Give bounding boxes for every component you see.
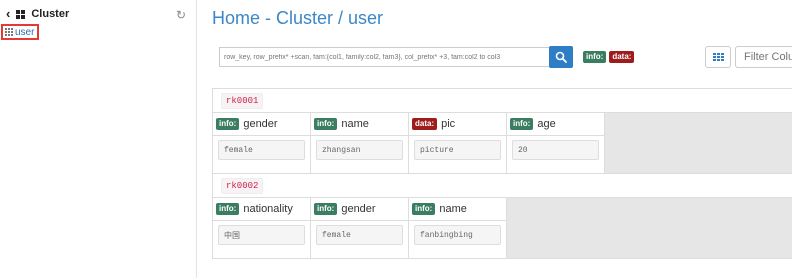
sidebar: ‹ Cluster ↻ user — [0, 0, 197, 278]
main-content: Home - Cluster / user info: data: rk0001… — [197, 0, 792, 278]
cell: info: nationality 中国 — [212, 198, 310, 258]
qualifier-label: gender — [341, 203, 376, 215]
qualifier-label: name — [341, 118, 369, 130]
cell-value[interactable]: female — [316, 225, 403, 245]
row-block: rk0002 info: nationality 中国 info: gender… — [212, 173, 792, 259]
row-cells: info: gender female info: name zhangsan … — [212, 113, 792, 174]
row-key[interactable]: rk0002 — [221, 177, 264, 194]
cell-value[interactable]: picture — [414, 140, 501, 160]
cell-header: info: age — [507, 113, 604, 136]
cell: info: name fanbingbing — [408, 198, 506, 258]
search-input[interactable] — [220, 48, 549, 66]
row-block: rk0001 info: gender female info: name zh… — [212, 88, 792, 174]
cell: info: gender female — [310, 198, 408, 258]
family-badge: info: — [216, 118, 240, 130]
cell-value[interactable]: 中国 — [218, 225, 305, 245]
cell-value[interactable]: 20 — [512, 140, 599, 160]
cell-header: info: nationality — [213, 198, 310, 221]
family-badge: info: — [412, 203, 436, 215]
empty-area — [604, 113, 792, 173]
search-box — [219, 47, 549, 67]
row-key-bar: rk0002 — [212, 173, 792, 198]
row-key-bar: rk0001 — [212, 88, 792, 113]
cell-value[interactable]: female — [218, 140, 305, 160]
table-icon — [5, 28, 13, 36]
family-badge: info: — [314, 203, 338, 215]
family-badge-data[interactable]: data: — [609, 51, 635, 63]
family-badge: data: — [412, 118, 438, 130]
empty-area — [506, 198, 792, 258]
cell-header: info: gender — [311, 198, 408, 221]
family-badge-info[interactable]: info: — [583, 51, 607, 63]
cell-header: info: name — [409, 198, 506, 221]
page-title: Home - Cluster / user — [212, 8, 384, 28]
sidebar-item-label: user — [15, 26, 35, 38]
family-badge: info: — [510, 118, 534, 130]
sidebar-header[interactable]: ‹ Cluster — [6, 7, 70, 20]
cell-value[interactable]: fanbingbing — [414, 225, 501, 245]
cell-header: data: pic — [409, 113, 506, 136]
table-icon — [712, 53, 724, 61]
qualifier-label: nationality — [243, 203, 293, 215]
cell: info: gender female — [212, 113, 310, 173]
search-icon — [555, 51, 567, 63]
sidebar-title: Cluster — [31, 8, 70, 20]
qualifier-label: age — [537, 118, 556, 130]
search-button[interactable] — [549, 46, 573, 68]
qualifier-label: name — [439, 203, 467, 215]
filter-columns-input[interactable] — [735, 46, 792, 68]
row-key[interactable]: rk0001 — [221, 92, 264, 109]
refresh-icon[interactable]: ↻ — [176, 8, 186, 22]
qualifier-label: gender — [243, 118, 278, 130]
cell-value[interactable]: zhangsan — [316, 140, 403, 160]
qualifier-label: pic — [441, 118, 456, 130]
chevron-left-icon[interactable]: ‹ — [6, 7, 10, 20]
cell: info: age 20 — [506, 113, 604, 173]
sidebar-item-user[interactable]: user — [1, 24, 39, 40]
table-view-button[interactable] — [705, 46, 731, 68]
cell-header: info: name — [311, 113, 408, 136]
family-badge: info: — [314, 118, 338, 130]
family-badges: info: data: — [583, 51, 635, 63]
cell: data: pic picture — [408, 113, 506, 173]
grid-icon — [16, 9, 26, 19]
cell: info: name zhangsan — [310, 113, 408, 173]
row-cells: info: nationality 中国 info: gender female… — [212, 198, 792, 259]
family-badge: info: — [216, 203, 240, 215]
cell-header: info: gender — [213, 113, 310, 136]
